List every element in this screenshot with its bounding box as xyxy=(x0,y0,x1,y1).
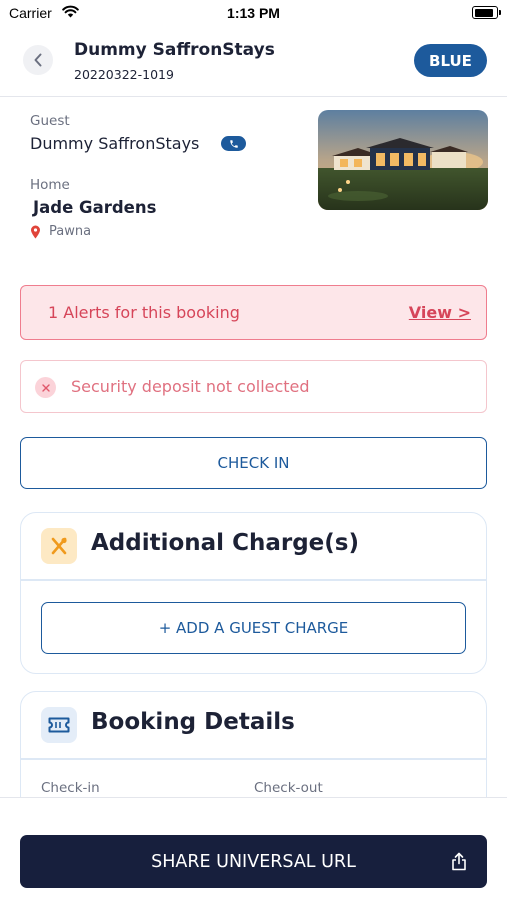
ticket-icon xyxy=(41,707,77,743)
view-alerts-link[interactable]: View > xyxy=(409,303,471,322)
check-in-label: Check-in xyxy=(41,780,100,796)
card-divider xyxy=(21,758,486,760)
card-divider xyxy=(21,579,486,581)
alert-item-text: Security deposit not collected xyxy=(71,377,310,396)
map-pin-icon xyxy=(31,225,40,238)
location-text: Pawna xyxy=(49,224,92,239)
home-location: Pawna xyxy=(30,224,91,239)
bottom-action-bar: SHARE UNIVERSAL URL xyxy=(0,797,507,900)
chevron-left-icon xyxy=(34,53,42,67)
home-name: Jade Gardens xyxy=(33,198,157,217)
alert-item: Security deposit not collected xyxy=(20,360,487,413)
page-title: Dummy SaffronStays xyxy=(74,40,275,60)
additional-charges-title: Additional Charge(s) xyxy=(91,530,359,556)
additional-charges-card: Additional Charge(s) + ADD A GUEST CHARG… xyxy=(20,512,487,674)
utensils-icon xyxy=(41,528,77,564)
booking-details-title: Booking Details xyxy=(91,709,295,735)
clock: 1:13 PM xyxy=(227,5,280,21)
check-out-label: Check-out xyxy=(254,780,323,796)
alerts-banner: 1 Alerts for this booking View > xyxy=(20,285,487,340)
booking-header: Dummy SaffronStays 20220322-1019 BLUE xyxy=(0,25,507,97)
phone-icon xyxy=(229,139,238,148)
alerts-summary: 1 Alerts for this booking xyxy=(48,303,240,322)
guest-name: Dummy SaffronStays xyxy=(30,134,200,153)
status-bar: Carrier 1:13 PM xyxy=(0,0,507,25)
guest-label: Guest xyxy=(30,113,70,129)
share-universal-url-button[interactable]: SHARE UNIVERSAL URL xyxy=(20,835,487,888)
check-in-button[interactable]: CHECK IN xyxy=(20,437,487,489)
back-button[interactable] xyxy=(23,45,53,75)
close-icon xyxy=(35,377,56,398)
call-guest-button[interactable] xyxy=(221,136,246,151)
share-button-label: SHARE UNIVERSAL URL xyxy=(151,851,356,872)
add-guest-charge-button[interactable]: + ADD A GUEST CHARGE xyxy=(41,602,466,654)
home-label: Home xyxy=(30,177,70,193)
share-icon xyxy=(452,852,466,871)
battery-icon xyxy=(472,6,501,19)
property-photo[interactable] xyxy=(318,110,488,210)
tier-badge: BLUE xyxy=(414,44,487,77)
booking-id: 20220322-1019 xyxy=(74,67,174,82)
